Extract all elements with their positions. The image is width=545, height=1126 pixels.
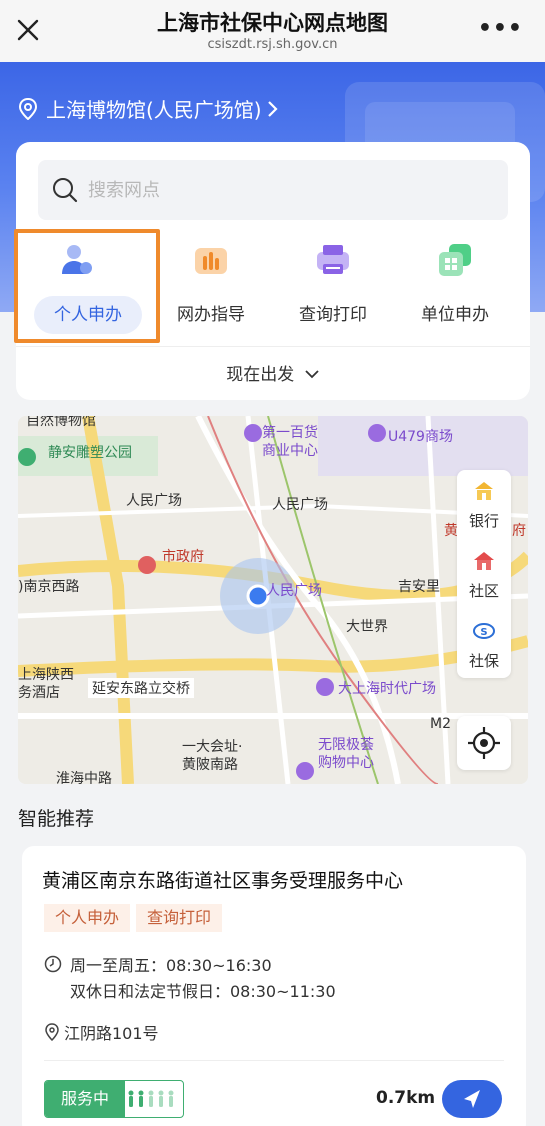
map-label: 静安雕塑公园 [48, 445, 132, 461]
poi-pin-icon[interactable] [296, 762, 314, 780]
company-icon [439, 244, 471, 276]
map-label: 延安东路立交桥 [88, 678, 194, 698]
distance: 0.7km [376, 1088, 436, 1108]
chevron-right-icon [267, 100, 278, 117]
chevron-down-icon [305, 370, 319, 379]
location-pin-icon [45, 1023, 59, 1041]
map-label: 淮海中路 [56, 771, 112, 784]
map-view[interactable]: 自然博物馆 静安雕塑公园 第一百货 商业中心 U479商场 人民广场 人民广场 … [18, 416, 528, 784]
location-pin-icon [18, 97, 38, 120]
map-label: 吉安里 [398, 579, 440, 595]
navigate-button[interactable] [442, 1080, 502, 1118]
bank-icon [475, 482, 493, 500]
address: 江阴路101号 [44, 1020, 159, 1044]
poi-pin-icon[interactable] [138, 556, 156, 574]
page-title: 上海市社保中心网点地图 [157, 11, 388, 35]
map-label: M2 [430, 716, 451, 732]
map-label: 第一百货 [262, 425, 318, 441]
crowd-level-icon [125, 1081, 183, 1117]
filter-bank[interactable]: 银行 [457, 470, 511, 540]
search-icon [53, 178, 78, 203]
clock-icon [44, 955, 62, 973]
location-name: 上海博物馆(人民广场馆) [46, 98, 262, 122]
map-label: 市政府 [162, 549, 204, 565]
map-label: 人民广场 [272, 497, 328, 513]
service-panel: 个人申办 网办指导 查询打印 [16, 142, 530, 400]
category-personal[interactable]: 个人申办 [16, 234, 142, 344]
map-filter-panel: 银行 社区 S 社保 [457, 470, 511, 678]
divider [16, 346, 530, 347]
service-tags: 个人申办 查询打印 [44, 904, 228, 932]
service-tag: 个人申办 [44, 904, 131, 932]
page-url: csiszdt.rsj.sh.gov.cn [207, 37, 338, 52]
svg-text:S: S [480, 627, 487, 638]
map-label: 商业中心 [262, 443, 318, 459]
divider [44, 1060, 504, 1061]
person-icon [62, 245, 92, 274]
map-label: 大上海时代广场 [338, 681, 436, 697]
map-label: )南京西路 [18, 579, 80, 595]
map-label: 黄 [444, 523, 458, 539]
map-label: 府 [512, 523, 526, 539]
map-label: 大世界 [346, 619, 388, 635]
current-location[interactable]: 上海博物馆(人民广场馆) [18, 94, 288, 123]
service-point-card[interactable]: 黄浦区南京东路街道社区事务受理服务中心 个人申办 查询打印 周一至周五：08:3… [22, 846, 526, 1126]
navigation-arrow-icon [464, 1090, 480, 1108]
map-label: U479商场 [388, 429, 453, 445]
poi-pin-icon[interactable] [316, 678, 334, 696]
map-base [18, 416, 528, 784]
filter-community[interactable]: 社区 [457, 540, 511, 610]
filter-social-security[interactable]: S 社保 [457, 610, 511, 680]
category-bar: 个人申办 网办指导 查询打印 单位申办 [16, 234, 530, 344]
crosshair-icon [468, 727, 500, 759]
top-bar: 上海市社保中心网点地图 csiszdt.rsj.sh.gov.cn ••• [0, 0, 545, 62]
map-label: 黄陂南路 [182, 757, 238, 773]
map-label: 上海陕西 [18, 667, 74, 683]
map-label: 购物中心 [318, 755, 374, 771]
service-point-name: 黄浦区南京东路街道社区事务受理服务中心 [42, 870, 404, 892]
category-guide[interactable]: 网办指导 [150, 234, 272, 344]
printer-icon [317, 245, 349, 274]
my-location-button[interactable] [457, 716, 511, 770]
map-label: 务酒店 [18, 685, 60, 701]
community-icon [474, 552, 494, 570]
map-label: 自然博物馆 [26, 416, 96, 429]
status-badge: 服务中 [44, 1080, 184, 1118]
map-label: 人民广场 [126, 493, 182, 509]
category-company[interactable]: 单位申办 [394, 234, 516, 344]
more-icon[interactable]: ••• [478, 16, 523, 41]
search-box[interactable] [38, 160, 508, 220]
map-label: 人民广场 [266, 583, 322, 599]
opening-hours: 周一至周五：08:30~16:30 双休日和法定节假日：08:30~11:30 [44, 950, 336, 1006]
depart-time-selector[interactable]: 现在出发 [16, 360, 530, 385]
social-security-icon: S [473, 623, 495, 639]
guide-icon [195, 248, 227, 274]
poi-pin-icon[interactable] [244, 424, 262, 442]
search-input[interactable] [88, 179, 468, 201]
service-tag: 查询打印 [136, 904, 223, 932]
section-title: 智能推荐 [18, 808, 95, 830]
category-print[interactable]: 查询打印 [272, 234, 394, 344]
map-label: 无限极荟 [318, 737, 374, 753]
poi-pin-icon[interactable] [368, 424, 386, 442]
map-label: 一大会址· [182, 739, 243, 755]
poi-pin-icon[interactable] [18, 448, 36, 466]
